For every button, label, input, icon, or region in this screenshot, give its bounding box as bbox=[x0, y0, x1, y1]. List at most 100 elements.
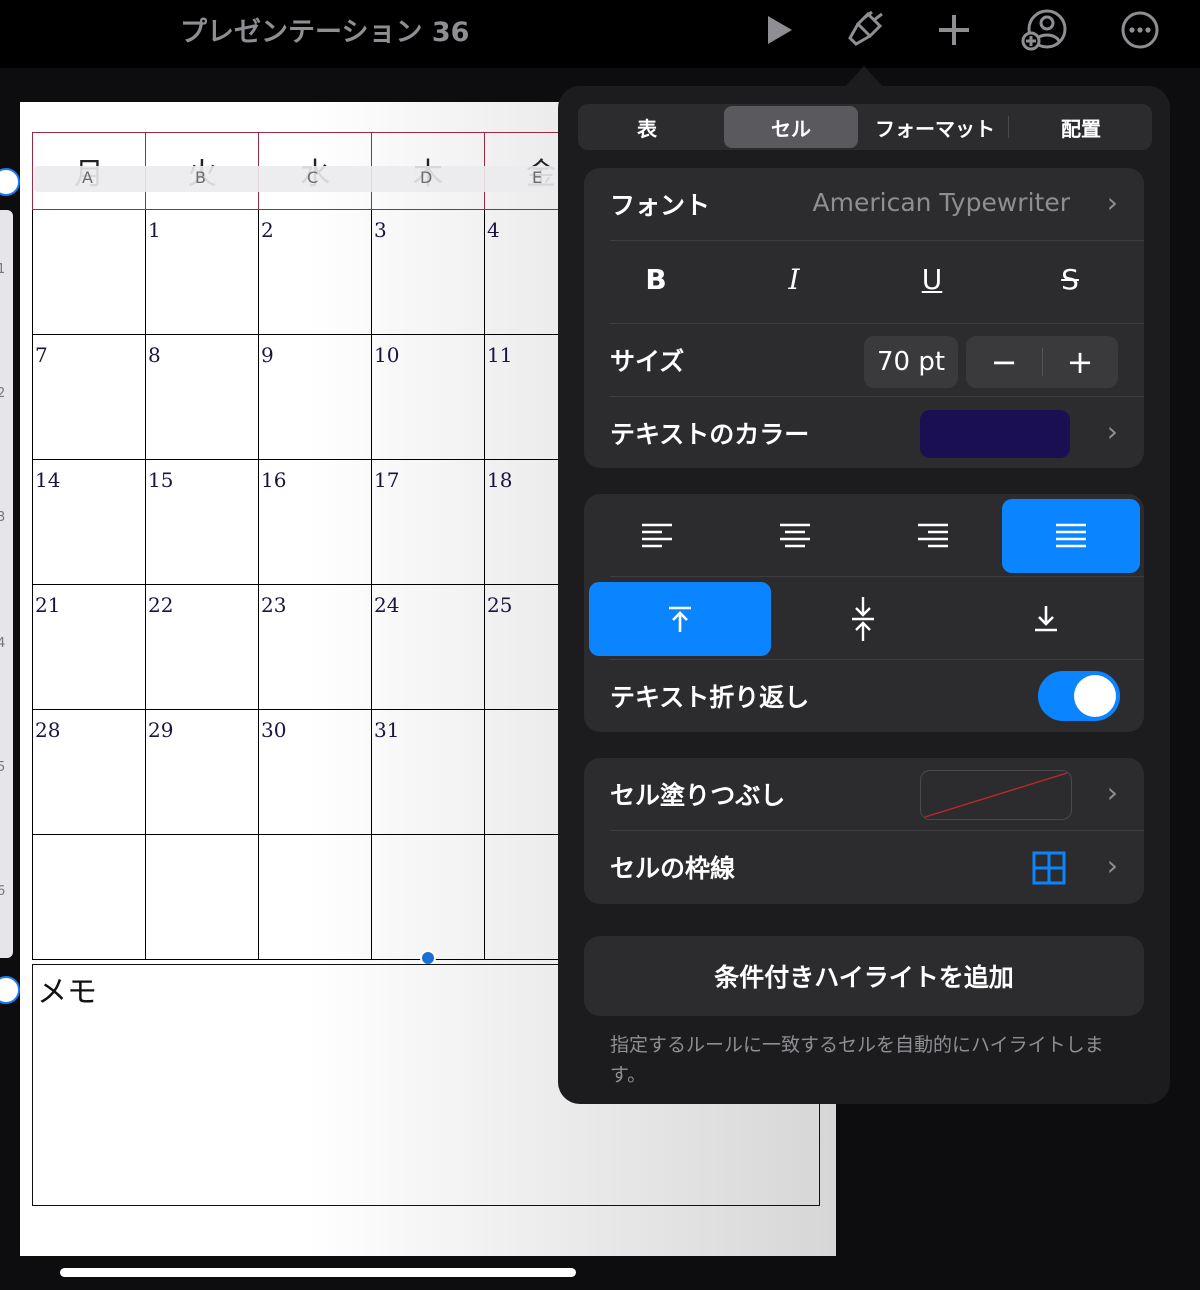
table-cell[interactable]: 14 bbox=[32, 459, 146, 585]
align-justify-icon bbox=[1056, 523, 1086, 548]
text-style-group: フォント American Typewriter › B I U S サイズ 7… bbox=[584, 168, 1144, 468]
divider bbox=[610, 576, 1144, 577]
table-cell[interactable]: 28 bbox=[32, 709, 146, 835]
increase-size-button[interactable]: + bbox=[1042, 336, 1118, 388]
row-reference-bar[interactable]: 1 2 3 4 5 6 bbox=[0, 210, 13, 958]
table-cell[interactable]: 7 bbox=[32, 334, 146, 460]
tab-divider bbox=[1008, 116, 1009, 138]
text-color-row[interactable]: テキストのカラー › bbox=[584, 397, 1144, 468]
cell-fill-border-group: セル塗りつぶし › セルの枠線 › bbox=[584, 758, 1144, 904]
date-label: 8 bbox=[148, 343, 161, 367]
date-label: 14 bbox=[35, 468, 61, 492]
date-label: 29 bbox=[148, 718, 174, 742]
table-select-handle[interactable] bbox=[0, 168, 20, 196]
align-top-button[interactable] bbox=[589, 582, 771, 656]
align-right-icon bbox=[918, 523, 948, 548]
align-justify-button[interactable] bbox=[1002, 499, 1140, 573]
table-cell[interactable]: 21 bbox=[32, 584, 146, 710]
chevron-right-icon: › bbox=[1106, 186, 1118, 219]
home-indicator[interactable] bbox=[60, 1268, 576, 1277]
table-cell[interactable]: 9 bbox=[258, 334, 372, 460]
cell-fill-label: セル塗りつぶし bbox=[610, 781, 786, 810]
date-label: 17 bbox=[374, 468, 400, 492]
table-cell[interactable]: 22 bbox=[145, 584, 259, 710]
conditional-highlight-note: 指定するルールに一致するセルを自動的にハイライトします。 bbox=[610, 1034, 1104, 1086]
column-reference-bar[interactable]: A B C D E bbox=[34, 166, 574, 192]
text-style-row: B I U S bbox=[584, 241, 1144, 323]
decrease-size-button[interactable]: − bbox=[966, 336, 1042, 388]
text-color-swatch[interactable] bbox=[920, 410, 1070, 458]
table-cell[interactable]: 1 bbox=[145, 209, 259, 335]
collaborate-icon[interactable] bbox=[1020, 6, 1068, 54]
table-cell[interactable]: 17 bbox=[371, 459, 485, 585]
column-ref: D bbox=[420, 168, 433, 187]
document-title[interactable]: プレゼンテーション 36 bbox=[180, 10, 469, 49]
tab-cell[interactable]: セル bbox=[724, 106, 858, 148]
date-label bbox=[33, 835, 145, 843]
table-cell[interactable]: 8 bbox=[145, 334, 259, 460]
row-ref: 3 bbox=[0, 510, 6, 525]
date-label bbox=[146, 835, 258, 843]
strikethrough-button[interactable]: S bbox=[1040, 263, 1100, 296]
align-center-button[interactable] bbox=[726, 499, 864, 573]
calendar-table[interactable]: 月 火 水 木 金 1 2 3 4 7 8 9 10 11 bbox=[32, 132, 598, 960]
table-cell[interactable] bbox=[145, 834, 259, 960]
tab-table[interactable]: 表 bbox=[580, 106, 714, 148]
paintbrush-icon[interactable] bbox=[840, 6, 888, 54]
row-resize-handle[interactable] bbox=[0, 976, 20, 1004]
no-fill-slash-icon bbox=[924, 772, 1068, 818]
table-cell[interactable] bbox=[371, 834, 485, 960]
table-cell[interactable]: 2 bbox=[258, 209, 372, 335]
table-cell[interactable]: 15 bbox=[145, 459, 259, 585]
font-label: フォント bbox=[610, 191, 711, 220]
table-cell[interactable] bbox=[258, 834, 372, 960]
size-label: サイズ bbox=[610, 347, 685, 376]
chevron-right-icon: › bbox=[1106, 776, 1118, 809]
table-cell[interactable] bbox=[32, 834, 146, 960]
more-icon[interactable] bbox=[1116, 6, 1164, 54]
table-cell[interactable]: 24 bbox=[371, 584, 485, 710]
font-value: American Typewriter bbox=[812, 188, 1070, 217]
tab-format[interactable]: フォーマット bbox=[868, 106, 1002, 148]
date-label: 10 bbox=[374, 343, 400, 367]
no-fill-swatch[interactable] bbox=[920, 770, 1072, 820]
align-bottom-icon bbox=[1035, 606, 1057, 632]
table-cell[interactable]: 3 bbox=[371, 209, 485, 335]
table-cell[interactable]: 30 bbox=[258, 709, 372, 835]
column-ref: E bbox=[532, 168, 543, 187]
table-cell[interactable]: 31 bbox=[371, 709, 485, 835]
underline-button[interactable]: U bbox=[902, 263, 962, 296]
date-label: 30 bbox=[261, 718, 287, 742]
font-size-field[interactable]: 70 pt bbox=[864, 336, 958, 388]
date-label: 21 bbox=[35, 593, 61, 617]
cell-fill-row[interactable]: セル塗りつぶし › bbox=[584, 758, 1144, 830]
table-cell[interactable] bbox=[32, 209, 146, 335]
tab-arrange[interactable]: 配置 bbox=[1014, 106, 1148, 148]
text-wrap-toggle[interactable] bbox=[1038, 671, 1120, 721]
italic-button[interactable]: I bbox=[764, 263, 824, 296]
date-label bbox=[372, 835, 484, 843]
table-cell[interactable]: 29 bbox=[145, 709, 259, 835]
bold-button[interactable]: B bbox=[626, 263, 686, 296]
date-label: 7 bbox=[35, 343, 48, 367]
table-cell[interactable]: 23 bbox=[258, 584, 372, 710]
align-left-button[interactable] bbox=[588, 499, 726, 573]
text-wrap-label: テキスト折り返し bbox=[610, 683, 810, 712]
date-label: 2 bbox=[261, 218, 274, 242]
grid-border-icon bbox=[1032, 851, 1066, 885]
table-cell[interactable]: 10 bbox=[371, 334, 485, 460]
add-conditional-highlight-button[interactable]: 条件付きハイライトを追加 bbox=[584, 936, 1144, 1016]
row-ref: 1 bbox=[0, 262, 6, 277]
align-center-icon bbox=[780, 523, 810, 548]
memo-label: メモ bbox=[37, 975, 97, 1010]
align-bottom-button[interactable] bbox=[955, 582, 1137, 656]
align-middle-button[interactable] bbox=[772, 582, 954, 656]
play-icon[interactable] bbox=[754, 6, 802, 54]
cell-border-label: セルの枠線 bbox=[610, 854, 736, 883]
plus-icon[interactable] bbox=[930, 6, 978, 54]
align-right-button[interactable] bbox=[864, 499, 1002, 573]
table-cell[interactable]: 16 bbox=[258, 459, 372, 585]
cell-border-row[interactable]: セルの枠線 › bbox=[584, 831, 1144, 903]
column-ref: C bbox=[307, 168, 319, 187]
font-row[interactable]: フォント American Typewriter › bbox=[584, 168, 1144, 240]
